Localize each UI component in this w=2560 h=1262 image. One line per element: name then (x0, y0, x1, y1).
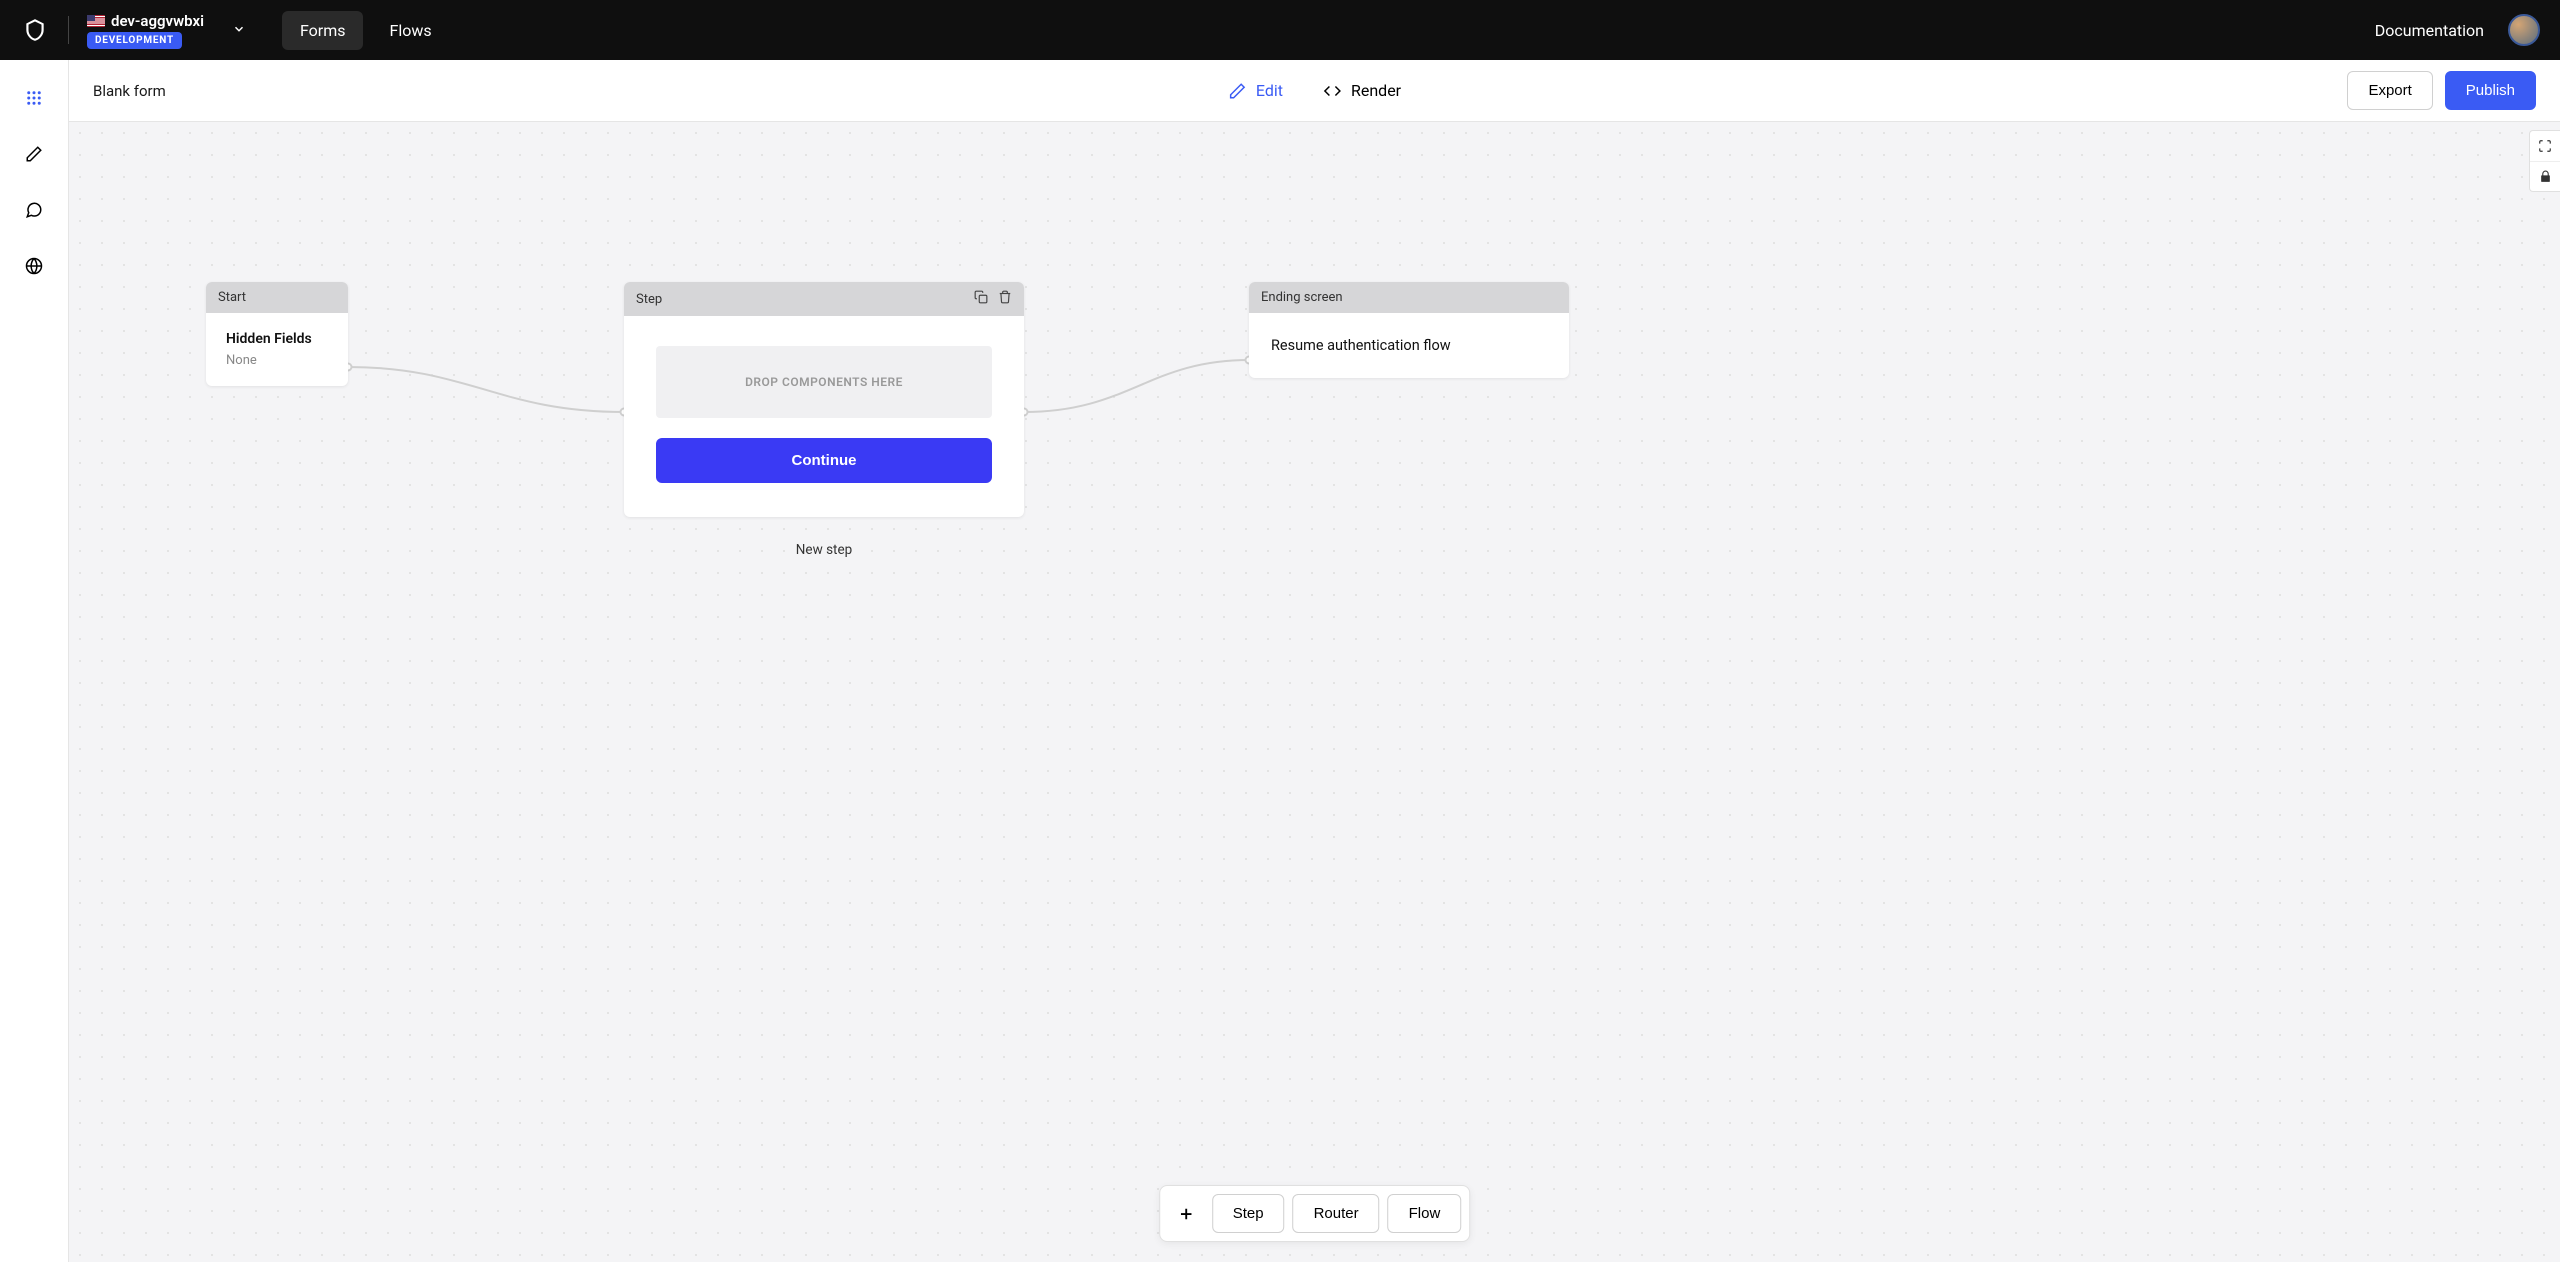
node-start[interactable]: Start Hidden Fields None (206, 282, 348, 386)
header-divider (68, 16, 69, 44)
canvas-controls (2529, 130, 2560, 192)
code-icon (1323, 82, 1341, 100)
left-rail (0, 60, 69, 1262)
node-start-header: Start (206, 282, 348, 313)
canvas[interactable]: Start Hidden Fields None Step DROP COMPO… (69, 122, 2560, 1262)
node-end-title: Ending screen (1261, 290, 1343, 305)
add-router-button[interactable]: Router (1293, 1194, 1380, 1233)
publish-button[interactable]: Publish (2445, 71, 2536, 110)
node-end[interactable]: Ending screen Resume authentication flow (1249, 282, 1569, 378)
mode-render[interactable]: Render (1323, 81, 1401, 100)
add-flow-button[interactable]: Flow (1388, 1194, 1462, 1233)
pencil-icon[interactable] (24, 144, 44, 164)
brand-logo[interactable] (20, 15, 50, 45)
mode-edit-label: Edit (1256, 81, 1283, 100)
bottom-toolbar: Step Router Flow (1159, 1185, 1471, 1242)
mode-render-label: Render (1351, 81, 1401, 100)
tab-forms[interactable]: Forms (282, 11, 364, 50)
trash-icon[interactable] (998, 290, 1012, 308)
node-step-header: Step (624, 282, 1024, 316)
documentation-link[interactable]: Documentation (2375, 21, 2484, 40)
component-dropzone[interactable]: DROP COMPONENTS HERE (656, 346, 992, 418)
hidden-fields-value: None (226, 353, 328, 368)
fullscreen-icon[interactable] (2530, 131, 2560, 161)
form-title: Blank form (93, 82, 166, 100)
node-start-title: Start (218, 290, 246, 305)
apps-grid-icon[interactable] (24, 88, 44, 108)
tenant-selector[interactable]: dev-aggvwbxi DEVELOPMENT (87, 12, 204, 49)
node-end-body: Resume authentication flow (1249, 313, 1569, 378)
top-bar: dev-aggvwbxi DEVELOPMENT Forms Flows Doc… (0, 0, 2560, 60)
node-end-header: Ending screen (1249, 282, 1569, 313)
add-step-button[interactable]: Step (1212, 1194, 1285, 1233)
lock-icon[interactable] (2530, 161, 2560, 191)
sub-header: Blank form Edit Render Export Publish (69, 60, 2560, 122)
primary-nav: Forms Flows (282, 11, 450, 50)
tab-flows[interactable]: Flows (371, 11, 449, 50)
flag-icon (87, 15, 105, 27)
chevron-down-icon[interactable] (232, 21, 246, 40)
tenant-name: dev-aggvwbxi (111, 12, 204, 30)
node-step[interactable]: Step DROP COMPONENTS HERE Continue (624, 282, 1024, 517)
hidden-fields-label: Hidden Fields (226, 331, 328, 347)
chat-icon[interactable] (24, 200, 44, 220)
step-caption: New step (624, 542, 1024, 558)
pencil-icon (1228, 82, 1246, 100)
plus-icon[interactable] (1174, 1202, 1198, 1226)
continue-button[interactable]: Continue (656, 438, 992, 483)
export-button[interactable]: Export (2347, 71, 2432, 110)
mode-edit[interactable]: Edit (1228, 81, 1283, 100)
env-badge: DEVELOPMENT (87, 32, 182, 49)
duplicate-icon[interactable] (974, 290, 988, 308)
node-step-title: Step (636, 292, 662, 307)
avatar[interactable] (2508, 14, 2540, 46)
globe-icon[interactable] (24, 256, 44, 276)
